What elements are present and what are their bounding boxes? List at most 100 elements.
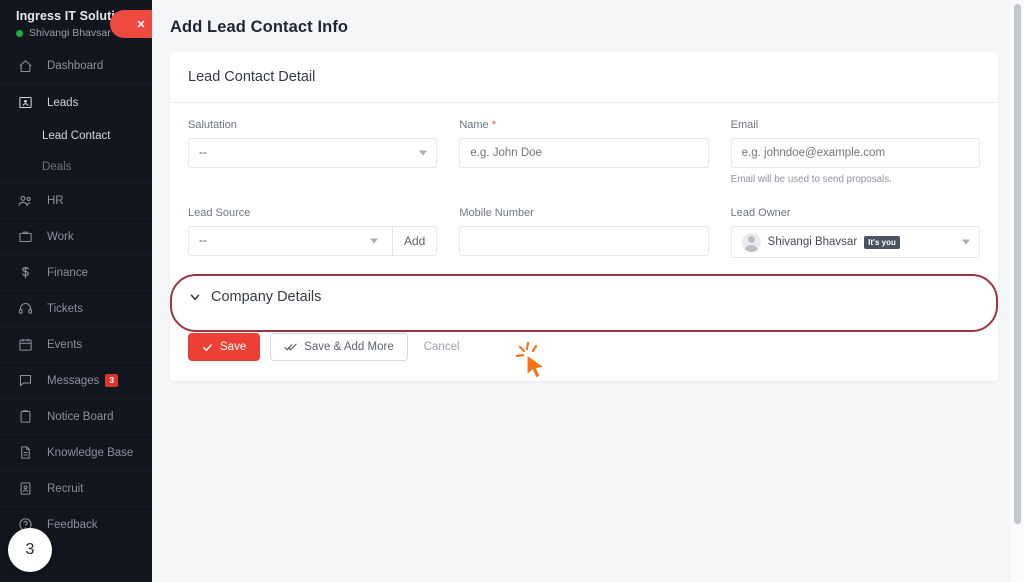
sidebar-profile: Ingress IT Soluti... Shivangi Bhavsar ✕ <box>0 0 152 48</box>
mobile-number-label: Mobile Number <box>459 207 534 219</box>
email-label: Email <box>730 119 759 131</box>
main-content: Add Lead Contact Info Lead Contact Detai… <box>152 0 1024 582</box>
home-icon <box>16 57 34 75</box>
lead-source-group: -- Add <box>188 226 438 256</box>
chevron-down-icon <box>961 239 970 245</box>
sidebar-subitem-deals[interactable]: Deals <box>0 151 152 182</box>
required-asterisk: * <box>491 119 497 131</box>
save-button[interactable]: Save <box>188 333 261 361</box>
form-actions: Save Save & Add More Cancel <box>188 322 980 381</box>
sidebar-subitem-label: Deals <box>42 160 72 173</box>
sidebar-item-dashboard[interactable]: Dashboard <box>0 48 152 84</box>
sidebar-item-label: HR <box>47 194 64 207</box>
sidebar-item-knowledge-base[interactable]: Knowledge Base <box>0 434 152 470</box>
field-lead-owner: Lead Owner Shivangi Bhavsar It's you <box>730 207 980 258</box>
lead-contact-card: Lead Contact Detail Salutation -- Name *… <box>170 52 998 381</box>
step-badge[interactable]: 3 <box>8 528 52 572</box>
sidebar-nav: Dashboard Leads Lead Contact Deals HR Wo… <box>0 48 152 542</box>
sidebar-item-label: Feedback <box>47 518 98 531</box>
sidebar-item-label: Knowledge Base <box>47 446 134 459</box>
hr-icon <box>16 192 34 210</box>
email-hint: Email will be used to send proposals. <box>730 174 892 185</box>
sidebar-item-label: Work <box>47 230 74 243</box>
lead-source-add-button[interactable]: Add <box>392 226 438 256</box>
name-label: Name * <box>459 119 708 131</box>
close-button[interactable]: ✕ <box>110 10 152 38</box>
salutation-label: Salutation <box>188 119 237 131</box>
lead-owner-label: Lead Owner <box>730 207 791 219</box>
lead-source-select[interactable]: -- <box>188 226 393 256</box>
work-icon <box>16 228 34 246</box>
avatar <box>741 232 761 252</box>
sidebar-item-hr[interactable]: HR <box>0 182 152 218</box>
lead-owner-select[interactable]: Shivangi Bhavsar It's you <box>730 226 980 258</box>
events-icon <box>16 336 34 354</box>
app-root: Ingress IT Soluti... Shivangi Bhavsar ✕ … <box>0 0 1024 582</box>
scrollbar-thumb[interactable] <box>1014 4 1021 524</box>
sidebar-item-label: Messages <box>47 374 100 387</box>
sidebar-item-label: Notice Board <box>47 410 114 423</box>
email-input[interactable] <box>730 138 980 168</box>
sidebar-item-label: Events <box>47 338 83 351</box>
sidebar-subitem-label: Lead Contact <box>42 129 111 142</box>
sidebar-item-notice-board[interactable]: Notice Board <box>0 398 152 434</box>
sidebar-subitem-lead-contact[interactable]: Lead Contact <box>0 120 152 151</box>
leads-icon <box>16 94 34 112</box>
field-name: Name * <box>459 119 709 185</box>
company-details-toggle[interactable]: Company Details <box>170 272 998 322</box>
sidebar-item-label: Recruit <box>47 482 84 495</box>
lead-owner-name: Shivangi Bhavsar <box>767 236 858 248</box>
check-icon <box>202 342 213 353</box>
card-body: Salutation -- Name * e.g. John Doe Email… <box>170 103 998 381</box>
salutation-select[interactable]: -- <box>188 138 438 168</box>
salutation-value: -- <box>199 147 207 159</box>
sidebar: Ingress IT Soluti... Shivangi Bhavsar ✕ … <box>0 0 152 582</box>
sidebar-item-leads[interactable]: Leads <box>0 84 152 120</box>
chevron-down-icon <box>369 238 378 244</box>
sidebar-item-messages[interactable]: Messages 3 <box>0 362 152 398</box>
tickets-icon <box>16 300 34 318</box>
knowledge-base-icon <box>16 444 34 462</box>
field-email: Email Email will be used to send proposa… <box>730 119 980 185</box>
profile-user-name: Shivangi Bhavsar <box>29 27 111 39</box>
field-salutation: Salutation -- <box>188 119 438 185</box>
finance-icon <box>16 264 34 282</box>
sidebar-item-label: Tickets <box>47 302 83 315</box>
name-input[interactable] <box>459 138 709 168</box>
name-label-text: Name <box>459 119 489 131</box>
cancel-button[interactable]: Cancel <box>418 333 466 361</box>
field-mobile-number: Mobile Number <box>459 207 709 258</box>
double-check-icon <box>284 341 297 353</box>
close-icon: ✕ <box>136 18 146 31</box>
online-status-dot <box>16 29 23 37</box>
notice-board-icon <box>16 408 34 426</box>
save-and-add-more-button[interactable]: Save & Add More <box>270 333 408 361</box>
sidebar-item-work[interactable]: Work <box>0 218 152 254</box>
form-row-1: Salutation -- Name * e.g. John Doe Email… <box>188 119 980 185</box>
sidebar-item-finance[interactable]: Finance <box>0 254 152 290</box>
messages-icon <box>16 372 34 390</box>
company-details-section: Company Details <box>170 272 998 332</box>
save-and-add-more-label: Save & Add More <box>304 341 394 353</box>
sidebar-item-label: Leads <box>47 96 79 109</box>
sidebar-item-label: Finance <box>47 266 88 279</box>
sidebar-item-tickets[interactable]: Tickets <box>0 290 152 326</box>
page-title: Add Lead Contact Info <box>170 18 349 36</box>
field-lead-source: Lead Source -- Add <box>188 207 438 258</box>
form-row-2: Lead Source -- Add Mobile Number Lead Ow… <box>188 207 980 258</box>
card-title: Lead Contact Detail <box>170 52 998 103</box>
sidebar-item-label: Dashboard <box>47 60 104 72</box>
sidebar-item-events[interactable]: Events <box>0 326 152 362</box>
its-you-badge: It's you <box>864 235 900 249</box>
company-details-label: Company Details <box>211 289 322 305</box>
chevron-down-icon <box>419 150 428 156</box>
lead-source-value: -- <box>199 235 207 247</box>
recruit-icon <box>16 480 34 498</box>
chevron-down-icon <box>188 290 202 304</box>
mobile-number-input[interactable] <box>459 226 709 256</box>
save-button-label: Save <box>220 341 247 353</box>
lead-source-label: Lead Source <box>188 207 251 219</box>
sidebar-item-recruit[interactable]: Recruit <box>0 470 152 506</box>
messages-count-badge: 3 <box>105 374 119 387</box>
lead-owner-value-wrap: Shivangi Bhavsar It's you <box>741 232 900 252</box>
